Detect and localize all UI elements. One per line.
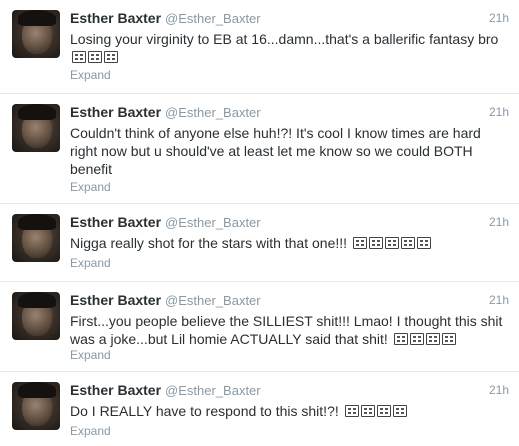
avatar[interactable] [12, 382, 60, 430]
tweet-text: Do I REALLY have to respond to this shit… [70, 402, 510, 420]
emoji-smirk-icon [88, 51, 102, 63]
tweet-text-body: Couldn't think of anyone else huh!?! It'… [70, 125, 481, 177]
tweet-text-body: Do I REALLY have to respond to this shit… [70, 403, 339, 419]
author-name[interactable]: Esther Baxter [70, 214, 161, 230]
tweet-header: Esther Baxter @Esther_Baxter [70, 292, 510, 310]
tweet-text: Nigga really shot for the stars with tha… [70, 234, 510, 252]
timestamp[interactable]: 21h [489, 215, 509, 229]
emoji-tears-of-joy-icon [360, 405, 375, 417]
avatar[interactable] [12, 104, 60, 152]
tweet-header: Esther Baxter @Esther_Baxter [70, 214, 510, 232]
emoji-tears-of-joy-icon [416, 237, 431, 249]
author-name[interactable]: Esther Baxter [70, 382, 161, 398]
emoji-tears-of-joy-icon [409, 333, 424, 345]
emoji-smirk-icon [104, 51, 118, 63]
avatar[interactable] [12, 10, 60, 58]
tweet[interactable]: Esther Baxter @Esther_Baxter 21h Do I REA… [0, 372, 519, 446]
emoji-tears-of-joy-icon [376, 405, 391, 417]
tweet-text: Couldn't think of anyone else huh!?! It'… [70, 124, 510, 178]
timestamp[interactable]: 21h [489, 383, 509, 397]
tweet[interactable]: Esther Baxter @Esther_Baxter 21h Couldn't… [0, 94, 519, 204]
tweet-header: Esther Baxter @Esther_Baxter [70, 382, 510, 400]
emoji-tears-of-joy-icon [392, 405, 407, 417]
tweet-text: Losing your virginity to EB at 16...damn… [70, 30, 510, 66]
author-name[interactable]: Esther Baxter [70, 104, 161, 120]
emoji-tears-of-joy-icon [384, 237, 399, 249]
tweet-text-body: Nigga really shot for the stars with tha… [70, 235, 348, 251]
author-handle[interactable]: @Esther_Baxter [165, 383, 261, 398]
emoji-eyes-icon [72, 51, 86, 63]
tweet[interactable]: Esther Baxter @Esther_Baxter 21h Nigga re… [0, 204, 519, 282]
tweet-header: Esther Baxter @Esther_Baxter [70, 10, 510, 28]
timestamp[interactable]: 21h [489, 293, 509, 307]
tweet-timeline: Esther Baxter @Esther_Baxter 21h Losing y… [0, 0, 519, 446]
expand-link[interactable]: Expand [70, 424, 111, 438]
emoji-tears-of-joy-icon [344, 405, 359, 417]
expand-link[interactable]: Expand [70, 256, 111, 270]
author-handle[interactable]: @Esther_Baxter [165, 293, 261, 308]
emoji-tears-of-joy-icon [400, 237, 415, 249]
author-handle[interactable]: @Esther_Baxter [165, 105, 261, 120]
expand-link[interactable]: Expand [70, 68, 111, 82]
author-handle[interactable]: @Esther_Baxter [165, 11, 261, 26]
emoji-tears-of-joy-icon [441, 333, 456, 345]
emoji-tears-of-joy-icon [368, 237, 383, 249]
timestamp[interactable]: 21h [489, 105, 509, 119]
tweet-header: Esther Baxter @Esther_Baxter [70, 104, 510, 122]
avatar[interactable] [12, 214, 60, 262]
tweet-text: First...you people believe the SILLIEST … [70, 312, 510, 348]
expand-link[interactable]: Expand [70, 348, 111, 362]
timestamp[interactable]: 21h [489, 11, 509, 25]
expand-link[interactable]: Expand [70, 180, 111, 194]
avatar[interactable] [12, 292, 60, 340]
emoji-tears-of-joy-icon [393, 333, 408, 345]
tweet[interactable]: Esther Baxter @Esther_Baxter 21h Losing y… [0, 0, 519, 94]
tweet-text-body: Losing your virginity to EB at 16...damn… [70, 31, 499, 47]
author-name[interactable]: Esther Baxter [70, 10, 161, 26]
author-handle[interactable]: @Esther_Baxter [165, 215, 261, 230]
tweet[interactable]: Esther Baxter @Esther_Baxter 21h First...… [0, 282, 519, 372]
emoji-tears-of-joy-icon [425, 333, 440, 345]
author-name[interactable]: Esther Baxter [70, 292, 161, 308]
emoji-tears-of-joy-icon [352, 237, 367, 249]
